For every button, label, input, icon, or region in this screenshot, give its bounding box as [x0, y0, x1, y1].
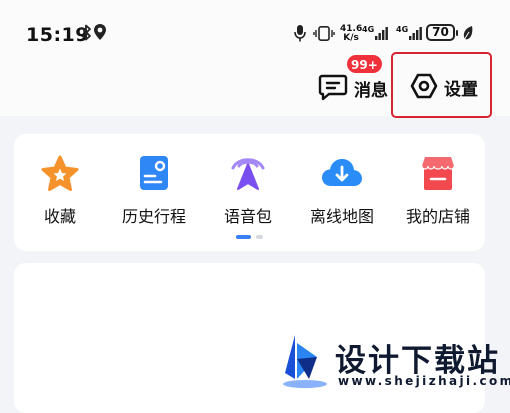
settings-hexagon-icon — [410, 72, 438, 104]
page-dot — [256, 235, 263, 239]
history-card-icon — [137, 154, 171, 196]
settings-button[interactable]: 设置 — [391, 52, 492, 118]
sim2-network-label: 4G — [396, 25, 409, 34]
star-icon — [40, 154, 80, 198]
page-dot-active — [236, 235, 251, 239]
tools-card: 收藏 历史行程 语音包 离线地图 我的店铺 — [14, 134, 485, 251]
tool-label: 历史行程 — [121, 207, 186, 226]
tool-label: 收藏 — [43, 207, 76, 226]
shop-icon — [420, 154, 456, 196]
signal-icon: 4G — [362, 24, 390, 45]
cloud-download-icon — [320, 154, 364, 196]
watermark-logo-icon — [281, 333, 331, 395]
tool-label: 离线地图 — [309, 207, 374, 226]
tool-offline-map[interactable]: 离线地图 — [298, 134, 386, 234]
voice-navigation-icon — [227, 154, 269, 198]
sim1-network-label: 4G — [362, 25, 375, 34]
battery-icon: 70 — [426, 24, 458, 41]
tool-label: 我的店铺 — [405, 207, 470, 226]
tool-history-trips[interactable]: 历史行程 — [110, 134, 198, 234]
tool-my-shop[interactable]: 我的店铺 — [394, 134, 482, 234]
vibrate-icon — [313, 26, 335, 45]
leaf-icon — [462, 25, 474, 45]
messages-label[interactable]: 消息 — [354, 76, 388, 101]
settings-label: 设置 — [444, 80, 478, 100]
tool-voice-pack[interactable]: 语音包 — [204, 134, 292, 234]
tool-favorites[interactable]: 收藏 — [16, 134, 104, 234]
network-speed: 41.6 K/s — [340, 25, 362, 43]
message-icon[interactable] — [318, 73, 348, 105]
watermark-url: www.shejizhaji.com — [338, 374, 510, 388]
location-icon — [93, 23, 107, 45]
message-badge: 99+ — [346, 54, 383, 74]
signal-icon: 4G — [396, 24, 424, 45]
bluetooth-icon — [80, 24, 92, 45]
network-speed-unit: K/s — [343, 33, 359, 43]
tool-label: 语音包 — [223, 207, 272, 226]
microphone-icon — [294, 24, 306, 46]
